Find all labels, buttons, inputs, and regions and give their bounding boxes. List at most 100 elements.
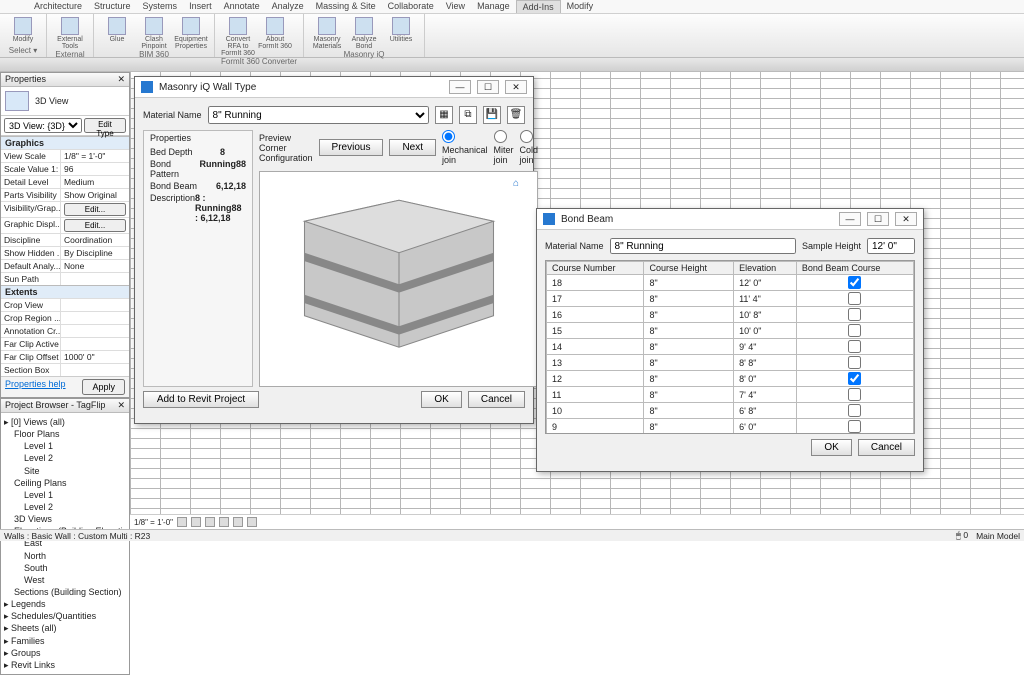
ribbon-button[interactable]: Analyze Bond — [347, 16, 381, 50]
minimize-button[interactable]: — — [449, 80, 471, 94]
bond-beam-checkbox[interactable] — [848, 308, 861, 321]
ribbon-tab[interactable]: Architecture — [28, 0, 88, 13]
maximize-button[interactable]: ☐ — [477, 80, 499, 94]
crop-icon[interactable] — [233, 517, 243, 527]
property-row[interactable]: Graphic Displ...Edit... — [1, 217, 129, 233]
tree-node[interactable]: Level 2 — [4, 452, 126, 464]
tree-node[interactable]: Level 2 — [4, 501, 126, 513]
properties-help-link[interactable]: Properties help — [5, 379, 66, 395]
close-icon[interactable]: ✕ — [117, 74, 125, 85]
save-icon[interactable]: 💾 — [483, 106, 501, 124]
tree-node[interactable]: West — [4, 574, 126, 586]
property-row[interactable]: Far Clip Offset1000' 0" — [1, 350, 129, 363]
property-row[interactable]: Show Hidden ...By Discipline — [1, 246, 129, 259]
column-header[interactable]: Course Number — [547, 262, 644, 275]
property-row[interactable]: Annotation Cr... — [1, 324, 129, 337]
property-row[interactable]: Visibility/Grap...Edit... — [1, 201, 129, 217]
edit-type-button[interactable]: Edit Type — [84, 118, 126, 133]
bond-beam-checkbox[interactable] — [848, 356, 861, 369]
ribbon-tab[interactable]: Structure — [88, 0, 137, 13]
ok-button[interactable]: OK — [421, 391, 461, 408]
ribbon-button[interactable]: Utilities — [384, 16, 418, 50]
tree-node[interactable]: Floor Plans — [4, 428, 126, 440]
hide-icon[interactable] — [247, 517, 257, 527]
tree-node[interactable]: Level 1 — [4, 440, 126, 452]
property-row[interactable]: Scale Value 1:96 — [1, 162, 129, 175]
close-button[interactable]: ✕ — [895, 212, 917, 226]
miter-join-radio[interactable]: Miter join — [494, 130, 514, 165]
material-name-select[interactable]: 8" Running — [208, 106, 429, 124]
detail-level-icon[interactable] — [177, 517, 187, 527]
tree-node[interactable]: ▸ Legends — [4, 598, 126, 610]
tree-node[interactable]: ▸ Revit Links — [4, 659, 126, 671]
ribbon-tab[interactable]: Insert — [183, 0, 218, 13]
tree-node[interactable]: Site — [4, 465, 126, 477]
table-row[interactable]: 148"9' 4" — [547, 339, 914, 355]
tree-node[interactable]: South — [4, 562, 126, 574]
edit-button[interactable]: Edit... — [64, 219, 126, 232]
tree-node[interactable]: ▸ Groups — [4, 647, 126, 659]
ribbon-button[interactable]: About FormIt 360 — [258, 16, 292, 57]
delete-icon[interactable]: 🗑 — [507, 106, 525, 124]
table-row[interactable]: 168"10' 8" — [547, 307, 914, 323]
tree-node[interactable]: ▸ Sheets (all) — [4, 622, 126, 634]
material-name-input[interactable] — [610, 238, 796, 254]
tree-node[interactable]: ▸ Schedules/Quantities — [4, 610, 126, 622]
bond-beam-checkbox[interactable] — [848, 292, 861, 305]
cold-join-radio[interactable]: Cold join — [520, 130, 539, 165]
ribbon-tab[interactable]: Systems — [137, 0, 184, 13]
sun-path-icon[interactable] — [205, 517, 215, 527]
close-button[interactable]: ✕ — [505, 80, 527, 94]
table-row[interactable]: 138"8' 8" — [547, 355, 914, 371]
ribbon-tab[interactable]: Modify — [561, 0, 600, 13]
apply-button[interactable]: Apply — [82, 379, 125, 395]
property-row[interactable]: View Scale1/8" = 1'-0" — [1, 149, 129, 162]
property-row[interactable]: Section Box — [1, 363, 129, 376]
ribbon-tab[interactable]: Add-Ins — [516, 0, 561, 13]
property-row[interactable]: Crop View — [1, 298, 129, 311]
table-row[interactable]: 118"7' 4" — [547, 387, 914, 403]
ribbon-button[interactable]: Convert RFA to FormIt 360 — [221, 16, 255, 57]
property-row[interactable]: Crop Region ... — [1, 311, 129, 324]
ribbon-button[interactable]: Glue — [100, 16, 134, 50]
next-button[interactable]: Next — [389, 139, 436, 156]
minimize-button[interactable]: — — [839, 212, 861, 226]
close-icon[interactable]: ✕ — [117, 400, 125, 411]
previous-button[interactable]: Previous — [319, 139, 384, 156]
shadow-icon[interactable] — [219, 517, 229, 527]
property-row[interactable]: Default Analy...None — [1, 259, 129, 272]
ribbon-tab[interactable]: Analyze — [266, 0, 310, 13]
bond-beam-checkbox[interactable] — [848, 276, 861, 289]
ribbon-tab[interactable]: View — [440, 0, 471, 13]
ribbon-button[interactable]: Clash Pinpoint — [137, 16, 171, 50]
tree-node[interactable]: Level 1 — [4, 489, 126, 501]
table-row[interactable]: 158"10' 0" — [547, 323, 914, 339]
property-row[interactable]: Detail LevelMedium — [1, 175, 129, 188]
duplicate-icon[interactable]: ⧉ — [459, 106, 477, 124]
cancel-button[interactable]: Cancel — [858, 439, 915, 456]
maximize-button[interactable]: ☐ — [867, 212, 889, 226]
view-selector[interactable]: 3D View: {3D} — [4, 118, 82, 133]
bond-beam-checkbox[interactable] — [848, 404, 861, 417]
tree-node[interactable]: North — [4, 550, 126, 562]
tree-node[interactable]: Ceiling Plans — [4, 477, 126, 489]
tree-node[interactable]: ▸ [0] Views (all) — [4, 416, 126, 428]
ribbon-button[interactable]: Equipment Properties — [174, 16, 208, 50]
home-icon[interactable]: ⌂ — [513, 178, 529, 194]
table-row[interactable]: 178"11' 4" — [547, 291, 914, 307]
column-header[interactable]: Bond Beam Course — [796, 262, 913, 275]
table-row[interactable]: 108"6' 8" — [547, 403, 914, 419]
ribbon-tab[interactable]: Manage — [471, 0, 516, 13]
edit-button[interactable]: Edit... — [64, 203, 126, 216]
cancel-button[interactable]: Cancel — [468, 391, 525, 408]
ribbon-tab[interactable]: Collaborate — [382, 0, 440, 13]
property-row[interactable]: Sun Path — [1, 272, 129, 285]
ribbon-button[interactable]: External Tools — [53, 16, 87, 50]
ribbon-button[interactable]: Modify — [6, 16, 40, 43]
tree-node[interactable]: 3D Views — [4, 513, 126, 525]
corner-preview[interactable]: ⌂ — [259, 171, 538, 387]
bond-beam-checkbox[interactable] — [848, 420, 861, 433]
tree-node[interactable]: Sections (Building Section) — [4, 586, 126, 598]
sample-height-input[interactable] — [867, 238, 915, 254]
property-row[interactable]: DisciplineCoordination — [1, 233, 129, 246]
